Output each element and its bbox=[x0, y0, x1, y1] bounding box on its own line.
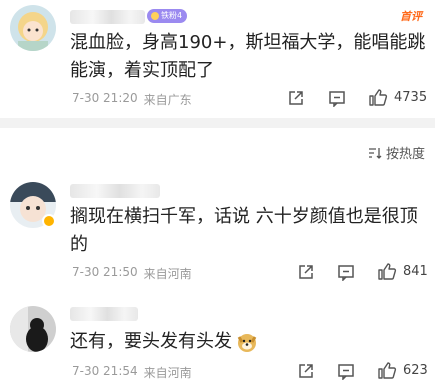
like-count: 841 bbox=[403, 263, 428, 279]
comment-location: 来自广东 bbox=[143, 93, 192, 107]
comment-text: 混血脸，身高190+，斯坦福大学，能唱能跳 能演，着实顶配了 bbox=[70, 29, 425, 85]
comment-meta: 7-30 21:54 来自河南 bbox=[72, 364, 192, 381]
comment-time: 7-30 21:54 bbox=[72, 364, 138, 378]
comment-icon bbox=[329, 91, 345, 107]
section-divider bbox=[0, 118, 435, 128]
share-icon bbox=[289, 91, 303, 105]
fan-badge: 铁粉4 bbox=[147, 9, 188, 23]
comment-text-line: 的 bbox=[70, 234, 88, 255]
sort-icon bbox=[368, 147, 382, 159]
fan-badge-icon bbox=[151, 12, 159, 20]
username[interactable] bbox=[70, 184, 160, 198]
comment-text-line: 混血脸，身高190+，斯坦福大学，能唱能跳 bbox=[70, 32, 426, 53]
like-count: 4735 bbox=[394, 89, 428, 105]
share-button[interactable] bbox=[297, 263, 315, 281]
like-button[interactable]: 623 bbox=[377, 360, 428, 380]
first-comment-tag: 首评 bbox=[400, 10, 422, 23]
comment-icon bbox=[338, 265, 354, 281]
fan-badge-label: 铁粉4 bbox=[161, 11, 183, 20]
share-icon bbox=[299, 364, 313, 378]
comment-text-line: 能演，着实顶配了 bbox=[70, 60, 214, 81]
comment-location: 来自河南 bbox=[143, 267, 192, 281]
comment-location: 来自河南 bbox=[143, 366, 192, 380]
comment-button[interactable] bbox=[337, 263, 355, 281]
comment-text: 还有，要头发有头发 bbox=[70, 328, 258, 356]
comment-time: 7-30 21:20 bbox=[72, 91, 138, 105]
sort-label: 按热度 bbox=[385, 147, 425, 162]
comment-text: 搁现在横扫千军，话说 六十岁颜值也是很顶 的 bbox=[70, 203, 418, 259]
avatar[interactable] bbox=[10, 306, 56, 352]
like-count: 623 bbox=[403, 362, 428, 378]
share-icon bbox=[299, 265, 313, 279]
like-button[interactable]: 4735 bbox=[368, 87, 427, 107]
comment-text-line: 还有，要头发有头发 bbox=[70, 331, 232, 352]
comment-meta: 7-30 21:20 来自广东 bbox=[72, 91, 192, 108]
thumb-up-icon bbox=[378, 263, 397, 280]
share-button[interactable] bbox=[297, 362, 315, 380]
username[interactable] bbox=[70, 307, 138, 321]
share-button[interactable] bbox=[287, 89, 305, 107]
like-button[interactable]: 841 bbox=[377, 261, 428, 281]
verified-badge-icon bbox=[42, 214, 56, 228]
username[interactable] bbox=[70, 10, 145, 24]
comment-meta: 7-30 21:50 来自河南 bbox=[72, 265, 192, 282]
doge-emoji-icon bbox=[237, 334, 257, 352]
comment-time: 7-30 21:50 bbox=[72, 265, 138, 279]
comment-button[interactable] bbox=[337, 362, 355, 380]
thumb-up-icon bbox=[369, 89, 388, 106]
comment-text-line: 搁现在横扫千军，话说 六十岁颜值也是很顶 bbox=[70, 206, 418, 227]
comment-icon bbox=[338, 364, 354, 380]
avatar[interactable] bbox=[10, 5, 56, 51]
thumb-up-icon bbox=[378, 362, 397, 379]
comment-button[interactable] bbox=[328, 89, 346, 107]
sort-by-hot-button[interactable]: 按热度 bbox=[368, 143, 425, 162]
